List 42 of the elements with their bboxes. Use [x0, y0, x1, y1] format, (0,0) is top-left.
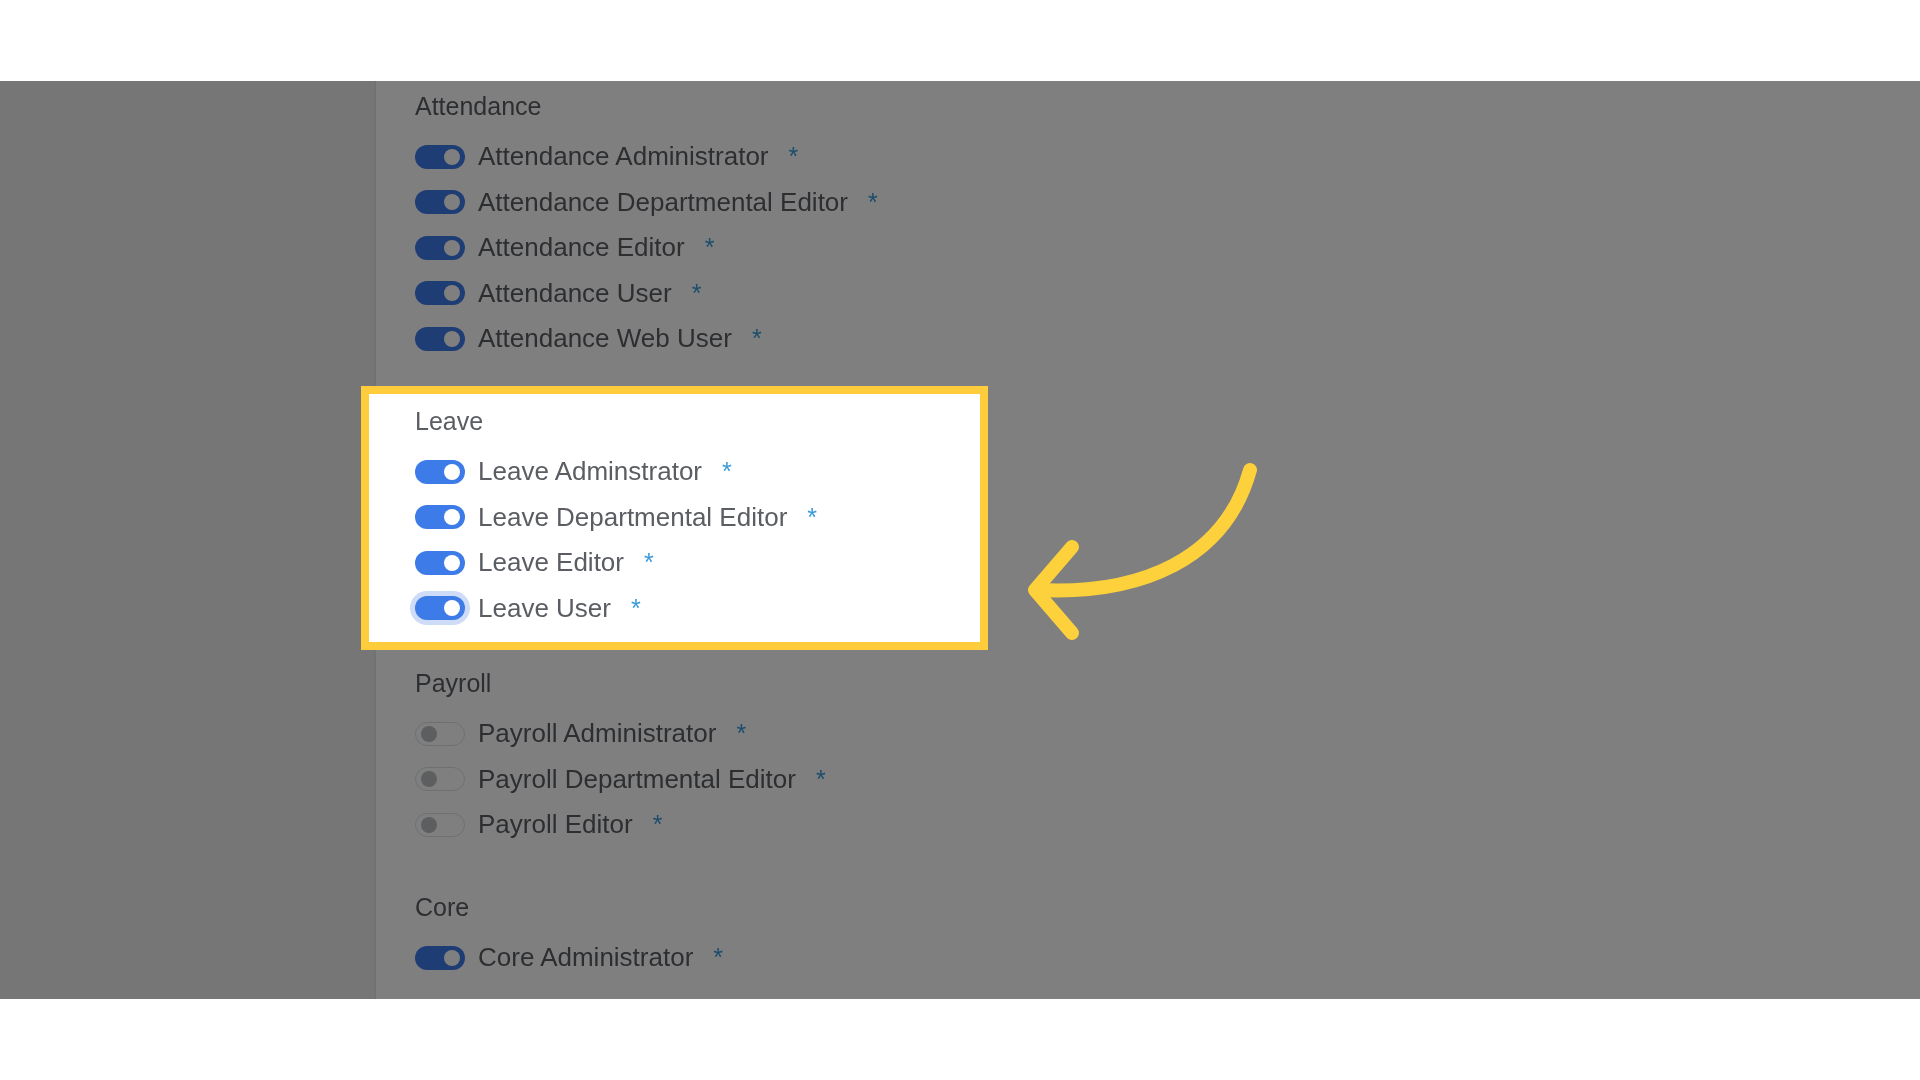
- required-marker: *: [644, 548, 654, 578]
- toggle-switch[interactable]: [415, 945, 465, 970]
- role-label: Payroll Administrator: [478, 718, 717, 750]
- role-label: Attendance User: [478, 277, 672, 309]
- role-label: Leave Adminstrator: [478, 456, 702, 488]
- toggle-switch[interactable]: [415, 459, 465, 484]
- role-label: Attendance Administrator: [478, 141, 769, 173]
- required-marker: *: [630, 593, 641, 623]
- toggle-switch[interactable]: [415, 767, 465, 792]
- required-marker: *: [652, 810, 663, 840]
- toggle-switch[interactable]: [415, 281, 465, 306]
- role-label: Attendance Web User: [478, 323, 732, 355]
- required-marker: *: [722, 457, 732, 487]
- required-marker: *: [788, 142, 799, 172]
- role-label: Leave Editor: [478, 547, 624, 579]
- role-label: Leave User: [478, 592, 611, 624]
- role-label: Core Administrator: [478, 942, 694, 974]
- required-marker: *: [691, 278, 702, 308]
- role-label: Leave Departmental Editor: [478, 501, 788, 533]
- required-marker: *: [807, 502, 818, 532]
- toggle-switch[interactable]: [415, 550, 465, 575]
- role-label: Attendance Editor: [478, 232, 685, 264]
- role-label: Payroll Departmental Editor: [478, 763, 796, 795]
- toggle-switch[interactable]: [415, 235, 465, 260]
- required-marker: *: [815, 764, 826, 794]
- required-marker: *: [736, 719, 747, 749]
- toggle-switch[interactable]: [415, 144, 465, 169]
- toggle-switch[interactable]: [415, 721, 465, 746]
- required-marker: *: [751, 324, 762, 354]
- section-heading: Payroll: [415, 668, 493, 699]
- role-label: Attendance Departmental Editor: [478, 186, 848, 218]
- required-marker: *: [868, 187, 878, 217]
- toggle-switch[interactable]: [415, 190, 465, 215]
- required-marker: *: [704, 233, 715, 263]
- toggle-switch[interactable]: [415, 812, 465, 837]
- required-marker: *: [713, 943, 724, 973]
- toggle-switch[interactable]: [415, 326, 465, 351]
- section-heading: Leave: [415, 406, 485, 437]
- section-heading: Attendance: [415, 91, 543, 122]
- toggle-switch[interactable]: [415, 505, 465, 530]
- section-heading: Core: [415, 892, 471, 923]
- role-label: Payroll Editor: [478, 809, 633, 841]
